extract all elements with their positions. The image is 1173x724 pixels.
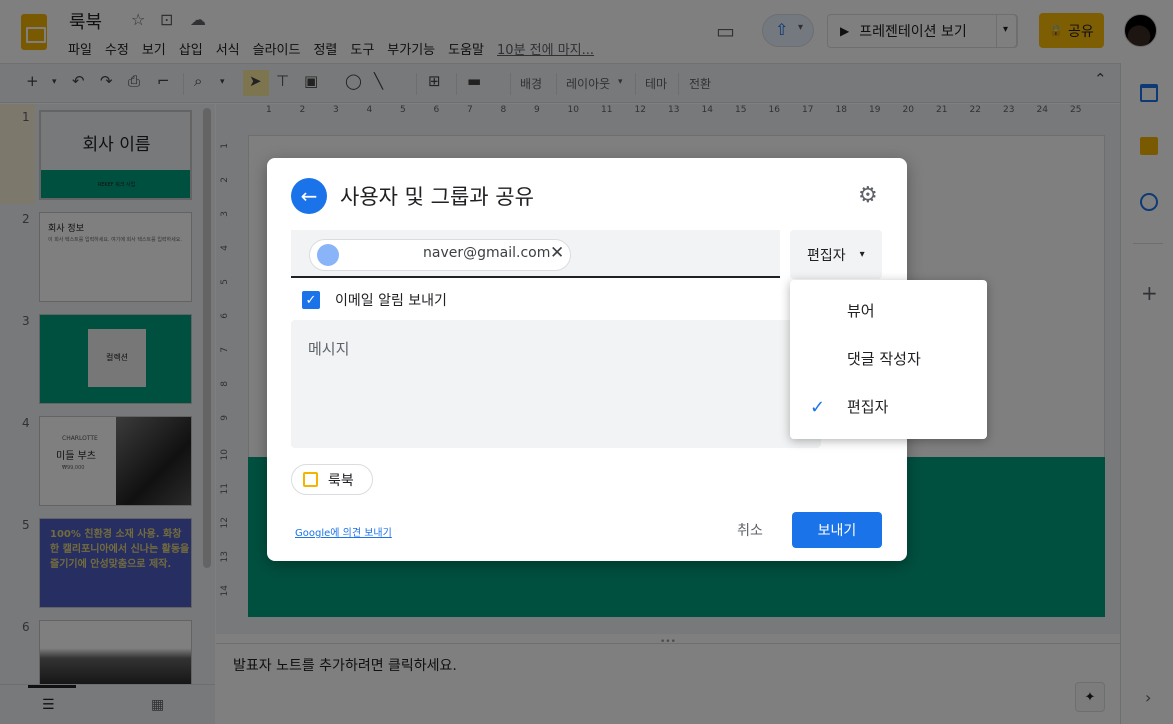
back-button[interactable]: ← xyxy=(291,178,327,214)
role-menu: 뷰어 댓글 작성자 ✓ 편집자 xyxy=(790,280,987,439)
feedback-link[interactable]: Google에 의견 보내기 xyxy=(295,524,392,539)
role-option-editor[interactable]: 편집자 xyxy=(847,396,888,417)
role-label: 편집자 xyxy=(807,247,846,264)
check-icon: ✓ xyxy=(810,397,826,418)
role-option-viewer[interactable]: 뷰어 xyxy=(847,300,875,321)
notify-checkbox[interactable]: ✓ xyxy=(302,291,320,309)
notify-label: 이메일 알림 보내기 xyxy=(335,293,447,309)
settings-icon[interactable]: ⚙ xyxy=(858,183,878,208)
send-button[interactable]: 보내기 xyxy=(792,512,882,548)
chevron-down-icon: ▾ xyxy=(859,249,865,260)
remove-chip-icon[interactable]: ✕ xyxy=(550,243,564,263)
checkmark-icon: ✓ xyxy=(305,292,317,308)
dialog-title: 사용자 및 그룹과 공유 xyxy=(340,185,534,209)
file-chip-label: 룩북 xyxy=(328,472,354,489)
message-placeholder: 메시지 xyxy=(308,340,350,358)
role-select[interactable]: 편집자 ▾ xyxy=(790,230,882,279)
role-option-commenter[interactable]: 댓글 작성자 xyxy=(847,348,921,369)
slides-file-icon xyxy=(303,472,318,487)
file-chip: 룩북 xyxy=(291,464,373,495)
arrow-left-icon: ← xyxy=(300,184,318,208)
cancel-button[interactable]: 취소 xyxy=(729,513,771,547)
recipient-email: naver@gmail.com xyxy=(423,245,551,261)
message-textarea[interactable]: 메시지 xyxy=(291,320,821,448)
person-icon xyxy=(317,244,339,266)
